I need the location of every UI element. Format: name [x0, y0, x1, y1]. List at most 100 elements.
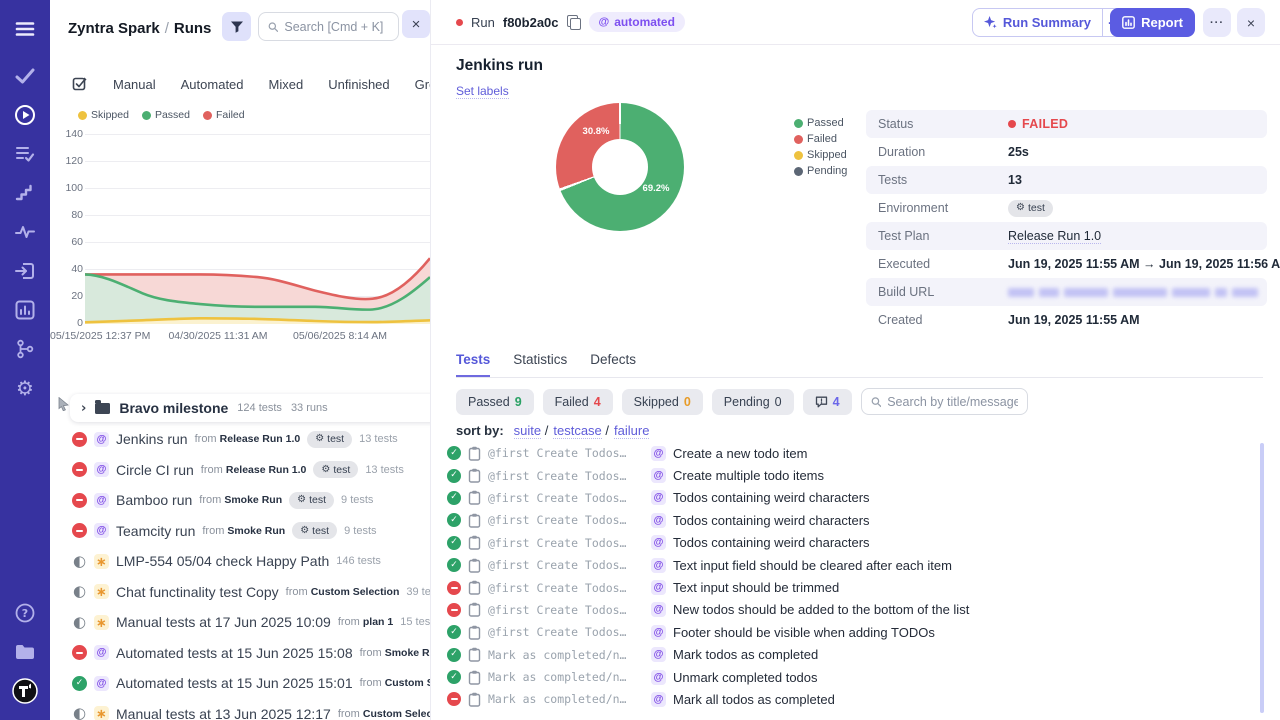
run-name[interactable]: Manual tests at 17 Jun 2025 10:09 — [116, 614, 331, 630]
run-list-item[interactable]: Manual tests at 17 Jun 2025 10:09 from p… — [50, 607, 430, 638]
select-runs-icon[interactable] — [72, 76, 88, 92]
sort-by-failure-link[interactable]: failure — [614, 423, 649, 439]
run-list-item[interactable]: Manual tests at 13 Jun 2025 12:17 from C… — [50, 699, 430, 720]
runs-search-input[interactable] — [284, 20, 389, 34]
pulse-icon[interactable] — [0, 212, 50, 251]
tests-search-input[interactable] — [887, 395, 1017, 409]
filter-button[interactable] — [222, 12, 251, 41]
filter-skipped-pill[interactable]: Skipped0 — [622, 389, 703, 415]
panel-close-button[interactable]: × — [402, 10, 430, 38]
filter-comments-pill[interactable]: 4 — [803, 389, 852, 415]
test-result-row[interactable]: @first Create Todos… Text input field sh… — [431, 554, 1280, 576]
run-name[interactable]: Jenkins run — [116, 431, 188, 447]
help-icon[interactable]: ? — [0, 593, 50, 632]
automated-badge[interactable]: @automated — [589, 12, 685, 32]
run-list-item[interactable]: Chat functinality test Copy from Custom … — [50, 577, 430, 608]
run-list-item[interactable]: Circle CI run from Release Run 1.0 ⚙test… — [50, 455, 430, 486]
test-title[interactable]: Todos containing weird characters — [673, 513, 870, 528]
run-list-item[interactable]: Teamcity run from Smoke Run ⚙test 9 test… — [50, 516, 430, 547]
test-result-row[interactable]: @first Create Todos… Text input should b… — [431, 576, 1280, 598]
app-logo[interactable] — [0, 671, 50, 710]
test-title[interactable]: Create multiple todo items — [673, 468, 824, 483]
projects-folder-icon[interactable] — [0, 632, 50, 671]
filter-pending-pill[interactable]: Pending0 — [712, 389, 794, 415]
test-result-row[interactable]: Mark as completed/n… Unmark completed to… — [431, 666, 1280, 688]
scrollbar-thumb[interactable] — [1260, 443, 1264, 713]
test-title[interactable]: New todos should be added to the bottom … — [673, 602, 969, 617]
tab-manual[interactable]: Manual — [113, 77, 156, 92]
run-list-item[interactable]: LMP-554 05/04 check Happy Path 146 tests — [50, 546, 430, 577]
test-plan-link[interactable]: Release Run 1.0 — [1008, 229, 1101, 244]
test-result-row[interactable]: @first Create Todos… Todos containing we… — [431, 509, 1280, 531]
test-suite-name[interactable]: Mark as completed/n… — [488, 648, 628, 662]
tab-statistics[interactable]: Statistics — [513, 352, 567, 377]
sort-by-suite-link[interactable]: suite — [514, 423, 541, 439]
tab-defects[interactable]: Defects — [590, 352, 636, 377]
runs-play-icon[interactable] — [0, 95, 50, 134]
sort-by-testcase-link[interactable]: testcase — [553, 423, 601, 439]
test-result-row[interactable]: @first Create Todos… Create a new todo i… — [431, 442, 1280, 464]
test-suite-name[interactable]: @first Create Todos… — [488, 581, 628, 595]
run-name[interactable]: Automated tests at 15 Jun 2025 15:01 — [116, 675, 353, 691]
run-name[interactable]: Teamcity run — [116, 523, 195, 539]
tab-unfinished[interactable]: Unfinished — [328, 77, 389, 92]
hamburger-menu-icon[interactable] — [0, 9, 50, 49]
test-suite-name[interactable]: @first Create Todos… — [488, 469, 628, 483]
close-run-button[interactable]: × — [1237, 8, 1265, 37]
copy-icon[interactable] — [567, 15, 581, 29]
run-name[interactable]: LMP-554 05/04 check Happy Path — [116, 553, 329, 569]
run-list-item[interactable]: Jenkins run from Release Run 1.0 ⚙test 1… — [50, 424, 430, 455]
test-result-row[interactable]: @first Create Todos… Todos containing we… — [431, 532, 1280, 554]
test-title[interactable]: Todos containing weird characters — [673, 490, 870, 505]
run-list-item[interactable]: Automated tests at 15 Jun 2025 15:01 fro… — [50, 668, 430, 699]
steps-icon[interactable] — [0, 173, 50, 212]
tab-automated[interactable]: Automated — [181, 77, 244, 92]
test-title[interactable]: Unmark completed todos — [673, 670, 818, 685]
test-result-row[interactable]: @first Create Todos… Footer should be vi… — [431, 621, 1280, 643]
test-title[interactable]: Todos containing weird characters — [673, 535, 870, 550]
report-button[interactable]: Report — [1110, 8, 1195, 37]
tab-tests[interactable]: Tests — [456, 352, 490, 377]
build-url-redacted-value[interactable] — [1008, 288, 1258, 297]
test-result-row[interactable]: @first Create Todos… Todos containing we… — [431, 487, 1280, 509]
tests-check-icon[interactable] — [0, 56, 50, 95]
run-list-item[interactable]: Bamboo run from Smoke Run ⚙test 9 tests — [50, 485, 430, 516]
import-icon[interactable] — [0, 251, 50, 290]
test-suite-name[interactable]: Mark as completed/n… — [488, 692, 628, 706]
test-suite-name[interactable]: @first Create Todos… — [488, 446, 628, 460]
filter-passed-pill[interactable]: Passed9 — [456, 389, 534, 415]
test-title[interactable]: Mark all todos as completed — [673, 692, 835, 707]
run-name[interactable]: Automated tests at 15 Jun 2025 15:08 — [116, 645, 353, 661]
test-result-row[interactable]: @first Create Todos… Create multiple tod… — [431, 464, 1280, 486]
chevron-right-icon[interactable]: › — [81, 401, 86, 416]
test-suite-name[interactable]: @first Create Todos… — [488, 513, 628, 527]
test-suite-name[interactable]: @first Create Todos… — [488, 536, 628, 550]
test-title[interactable]: Text input field should be cleared after… — [673, 558, 952, 573]
run-name[interactable]: Bamboo run — [116, 492, 192, 508]
test-title[interactable]: Text input should be trimmed — [673, 580, 839, 595]
analytics-icon[interactable] — [0, 290, 50, 329]
milestone-name[interactable]: Bravo milestone — [119, 400, 228, 416]
tab-groups[interactable]: Groups — [415, 77, 430, 92]
run-name[interactable]: Chat functinality test Copy — [116, 584, 279, 600]
run-summary-button[interactable]: Run Summary ··· — [972, 8, 1129, 37]
test-title[interactable]: Footer should be visible when adding TOD… — [673, 625, 935, 640]
tab-mixed[interactable]: Mixed — [269, 77, 304, 92]
milestone-row[interactable]: › Bravo milestone 124 tests 33 runs — [70, 394, 430, 422]
branches-icon[interactable] — [0, 329, 50, 368]
run-list-item[interactable]: Automated tests at 15 Jun 2025 15:08 fro… — [50, 638, 430, 669]
run-name[interactable]: Manual tests at 13 Jun 2025 12:17 — [116, 706, 331, 720]
run-name[interactable]: Circle CI run — [116, 462, 194, 478]
test-result-row[interactable]: Mark as completed/n… Mark todos as compl… — [431, 644, 1280, 666]
test-result-row[interactable]: Mark as completed/n… Mark all todos as c… — [431, 688, 1280, 710]
test-suite-name[interactable]: @first Create Todos… — [488, 625, 628, 639]
test-result-row[interactable]: @first Create Todos… New todos should be… — [431, 599, 1280, 621]
test-title[interactable]: Create a new todo item — [673, 446, 807, 461]
test-title[interactable]: Mark todos as completed — [673, 647, 818, 662]
set-labels-link[interactable]: Set labels — [456, 84, 509, 99]
project-name[interactable]: Zyntra Spark — [68, 20, 160, 37]
test-suite-name[interactable]: @first Create Todos… — [488, 558, 628, 572]
test-suite-name[interactable]: Mark as completed/n… — [488, 670, 628, 684]
test-suite-name[interactable]: @first Create Todos… — [488, 491, 628, 505]
filter-failed-pill[interactable]: Failed4 — [543, 389, 613, 415]
